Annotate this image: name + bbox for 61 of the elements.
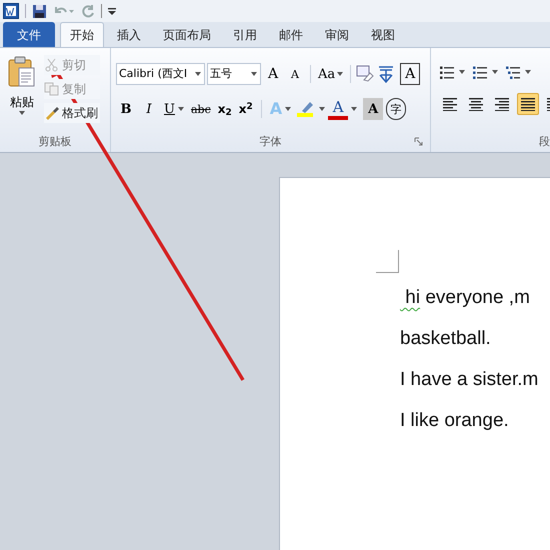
- underline-button[interactable]: U: [162, 98, 186, 120]
- caret-icon: [459, 70, 465, 74]
- document-line: I like orange.: [400, 409, 510, 433]
- group-label: 剪贴板: [38, 134, 72, 150]
- lines-icon: [520, 97, 536, 111]
- subscript-button[interactable]: x$_{2}$: [216, 98, 234, 120]
- caret-icon: [195, 72, 201, 76]
- group-label: 段: [539, 134, 550, 150]
- dialog-launcher-icon[interactable]: [414, 137, 423, 146]
- font-size-field[interactable]: 五号: [207, 63, 261, 85]
- lines-icon: [468, 97, 484, 111]
- lines-icon: [494, 97, 510, 111]
- caret-icon: [351, 107, 358, 111]
- grow-font-button[interactable]: A: [263, 63, 283, 85]
- caret-icon: [251, 72, 257, 76]
- document-line: hi everyone ,m: [404, 286, 531, 310]
- ribbon-tab[interactable]: 开始: [60, 22, 104, 47]
- bullet-list-icon: [439, 65, 455, 79]
- clipboard-icon: [8, 56, 36, 88]
- group-label: 字体: [260, 134, 282, 150]
- margin-corner-icon: [376, 250, 400, 274]
- scissors-icon: [44, 58, 60, 72]
- caret-icon: [525, 70, 531, 74]
- ribbon-tab[interactable]: 插入: [108, 22, 150, 47]
- ribbon-tab[interactable]: 引用: [224, 22, 266, 47]
- file-tab[interactable]: 文件: [3, 22, 55, 47]
- bold-button[interactable]: B: [116, 98, 136, 120]
- caret-icon: [337, 72, 344, 76]
- italic-button[interactable]: I: [139, 98, 159, 120]
- lines-icon: [442, 97, 458, 111]
- document-line: I have a sister.m: [400, 368, 540, 392]
- multilevel-list-icon: [505, 65, 521, 79]
- ribbon-tab[interactable]: 页面布局: [154, 22, 220, 47]
- character-shading-button[interactable]: A: [363, 98, 384, 120]
- caret-icon: [319, 107, 326, 111]
- strikethrough-button[interactable]: abc: [188, 98, 213, 120]
- justify-button[interactable]: [517, 93, 539, 115]
- clipboard-command[interactable]: 格式刷: [44, 103, 100, 123]
- font-name-field[interactable]: Calibri (西文I: [116, 63, 205, 85]
- customize-toolbar-icon[interactable]: [108, 6, 116, 16]
- shrink-font-button[interactable]: A: [285, 63, 305, 85]
- document-line: basketball.: [400, 327, 492, 351]
- paste-button[interactable]: 粘贴: [0, 54, 44, 132]
- save-icon[interactable]: [32, 4, 47, 18]
- ribbon-tab[interactable]: 邮件: [270, 22, 312, 47]
- caret-icon: [492, 70, 498, 74]
- character-border-button[interactable]: A: [400, 63, 420, 85]
- ribbon-tab[interactable]: 视图: [362, 22, 404, 47]
- caret-icon: [19, 111, 25, 115]
- ribbon-tab[interactable]: 审阅: [316, 22, 358, 47]
- caret-icon: [285, 107, 292, 111]
- copy-icon: [44, 82, 60, 96]
- caret-icon: [178, 107, 184, 111]
- change-case-button[interactable]: Aa: [316, 63, 346, 85]
- superscript-button[interactable]: x$^{2}$: [236, 98, 255, 120]
- brush-icon: [44, 106, 60, 120]
- word-logo-icon[interactable]: [3, 3, 19, 19]
- font-color-button[interactable]: A: [328, 98, 348, 120]
- numbered-list-icon: [472, 65, 488, 79]
- clear-formatting-icon[interactable]: [356, 65, 374, 83]
- enclosed-character-button[interactable]: 字: [386, 98, 406, 120]
